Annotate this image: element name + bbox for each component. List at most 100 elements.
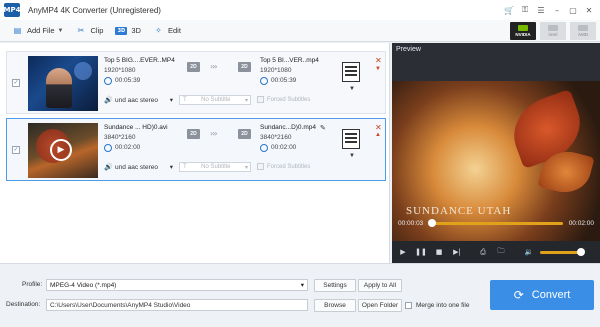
file-list: ✓ Top 5 BIG....EVER..MP4 1920*1080 00:05… — [0, 43, 390, 263]
remove-file-icon[interactable]: ✕ — [375, 56, 382, 65]
output-file-name: Sundanc...D)0.mp4 — [260, 124, 317, 131]
convert-arrows-icon: ››› — [210, 62, 218, 71]
output-format-icon[interactable] — [342, 129, 360, 149]
output-resolution: 1920*1080 — [260, 67, 292, 74]
chevron-down-icon[interactable]: ▼ — [349, 86, 355, 92]
file-row[interactable]: ✓ Top 5 BIG....EVER..MP4 1920*1080 00:05… — [6, 51, 386, 114]
magic-wand-icon: ✧ — [155, 26, 162, 35]
add-file-icon: ▤ — [13, 26, 22, 35]
3d-icon: 3D — [115, 26, 128, 35]
maximize-icon[interactable]: ▢ — [566, 4, 580, 16]
intel-icon — [548, 25, 558, 31]
speaker-icon: 🔊 — [104, 163, 113, 171]
nvidia-acceleration-badge[interactable]: NVIDIA — [510, 22, 536, 40]
chevron-down-icon[interactable]: ▼ — [349, 153, 355, 159]
3d-label: 3D — [131, 26, 141, 35]
subtitle-icon: T — [183, 164, 187, 170]
browse-button[interactable]: Browse — [314, 299, 356, 312]
subtitle-icon: T — [183, 97, 187, 103]
edit-label: Edit — [167, 26, 181, 35]
audio-track-select[interactable]: und aac stereo ▾ — [115, 95, 173, 105]
minimize-icon[interactable]: – — [550, 4, 564, 16]
convert-icon: ⟳ — [513, 288, 524, 302]
window-controls: 🛒 ⚿ ☰ – ▢ ✕ — [500, 4, 596, 16]
window-title: AnyMP4 4K Converter (Unregistered) — [28, 5, 161, 15]
clip-button[interactable]: ✂ Clip — [75, 23, 104, 39]
subtitle-select[interactable]: T No Subtitle ▾ — [179, 162, 251, 172]
destination-field[interactable]: C:\Users\User\Documents\AnyMP4 Studio\Vi… — [46, 299, 308, 311]
video-thumbnail[interactable]: ▶ — [28, 123, 98, 178]
chevron-down-icon: ▾ — [169, 97, 173, 104]
key-icon[interactable]: ⚿ — [518, 4, 532, 16]
seek-bar[interactable] — [427, 218, 563, 227]
forced-subtitles-checkbox[interactable]: Forced Subtitles — [257, 163, 310, 170]
move-down-icon[interactable]: ▼ — [375, 66, 381, 72]
source-2d-badge: 2D — [187, 129, 200, 139]
amd-acceleration-badge[interactable]: AMD — [570, 22, 596, 40]
subtitle-select[interactable]: T No Subtitle ▾ — [179, 95, 251, 105]
intel-acceleration-badge[interactable]: intel — [540, 22, 566, 40]
audio-track-select[interactable]: und aac stereo ▾ — [115, 162, 173, 172]
seek-handle[interactable] — [427, 218, 436, 227]
source-2d-badge: 2D — [187, 62, 200, 72]
edit-button[interactable]: ✧ Edit — [153, 23, 181, 39]
play-icon[interactable]: ▶ — [396, 245, 410, 259]
destination-label: Destination: — [6, 301, 41, 308]
folder-icon[interactable]: 🗀 — [494, 245, 508, 259]
output-2d-badge: 2D — [238, 62, 251, 72]
clock-icon — [104, 77, 112, 85]
chevron-down-icon: ▼ — [57, 27, 64, 34]
convert-arrows-icon: ››› — [210, 129, 218, 138]
profile-select[interactable]: MPEG-4 Video (*.mp4) ▾ — [46, 279, 308, 291]
source-resolution: 3840*2160 — [104, 134, 136, 141]
move-up-icon[interactable]: ▲ — [375, 132, 381, 138]
cart-icon[interactable]: 🛒 — [502, 4, 516, 16]
nvidia-icon — [518, 25, 528, 31]
menu-icon[interactable]: ☰ — [534, 4, 548, 16]
stop-icon[interactable]: ■ — [432, 245, 446, 259]
output-2d-badge: 2D — [238, 129, 251, 139]
output-settings-bar: Profile: MPEG-4 Video (*.mp4) ▾ Settings… — [0, 263, 600, 327]
speaker-icon: 🔊 — [104, 96, 113, 104]
current-time: 00:00:03 — [398, 219, 424, 227]
volume-icon[interactable]: 🔉 — [522, 245, 536, 259]
settings-button[interactable]: Settings — [314, 279, 356, 292]
output-file-name: Top 5 BI...VER..mp4 — [260, 57, 319, 64]
apply-to-all-button[interactable]: Apply to All — [358, 279, 402, 292]
volume-handle[interactable] — [577, 247, 585, 256]
source-file-name: Sundance ... HD)0.avi — [104, 124, 168, 131]
file-row[interactable]: ✓ ▶ Sundance ... HD)0.avi 3840*2160 00:0… — [6, 118, 386, 181]
open-folder-button[interactable]: Open Folder — [358, 299, 402, 312]
add-file-button[interactable]: ▤ Add File ▼ — [12, 23, 64, 39]
chevron-down-icon: ▾ — [244, 97, 248, 104]
play-icon[interactable]: ▶ — [50, 139, 72, 161]
next-frame-icon[interactable]: ▶| — [450, 245, 464, 259]
profile-label: Profile: — [22, 281, 43, 288]
chevron-down-icon: ▾ — [169, 164, 173, 171]
remove-file-icon[interactable]: ✕ — [375, 123, 382, 132]
convert-button[interactable]: ⟳ Convert — [490, 280, 594, 310]
amd-icon — [578, 25, 588, 31]
output-duration: 00:05:39 — [271, 77, 297, 84]
close-icon[interactable]: ✕ — [582, 4, 596, 16]
source-file-name: Top 5 BIG....EVER..MP4 — [104, 57, 175, 64]
3d-button[interactable]: 3D 3D — [115, 23, 141, 39]
video-thumbnail[interactable] — [28, 56, 98, 111]
clock-icon — [104, 144, 112, 152]
add-file-label: Add File — [27, 26, 55, 35]
merge-checkbox[interactable]: Merge into one file — [405, 302, 469, 309]
file-checkbox[interactable]: ✓ — [12, 79, 20, 87]
pause-icon[interactable]: ❚❚ — [414, 245, 428, 259]
volume-slider[interactable] — [540, 247, 585, 256]
output-duration: 00:02:00 — [271, 144, 297, 151]
file-checkbox[interactable]: ✓ — [12, 146, 20, 154]
title-bar: MP4 AnyMP4 4K Converter (Unregistered) 🛒… — [0, 0, 600, 20]
output-format-icon[interactable] — [342, 62, 360, 82]
preview-timeline: 00:00:03 00:02:00 — [398, 216, 594, 230]
clip-label: Clip — [90, 26, 104, 35]
preview-panel: Preview SUNDANCE UTAH 00:00:03 00:02:00 … — [392, 43, 600, 263]
pencil-icon[interactable]: ✎ — [320, 124, 326, 132]
source-resolution: 1920*1080 — [104, 67, 136, 74]
snapshot-icon[interactable]: ⎙ — [476, 245, 490, 259]
forced-subtitles-checkbox[interactable]: Forced Subtitles — [257, 96, 310, 103]
